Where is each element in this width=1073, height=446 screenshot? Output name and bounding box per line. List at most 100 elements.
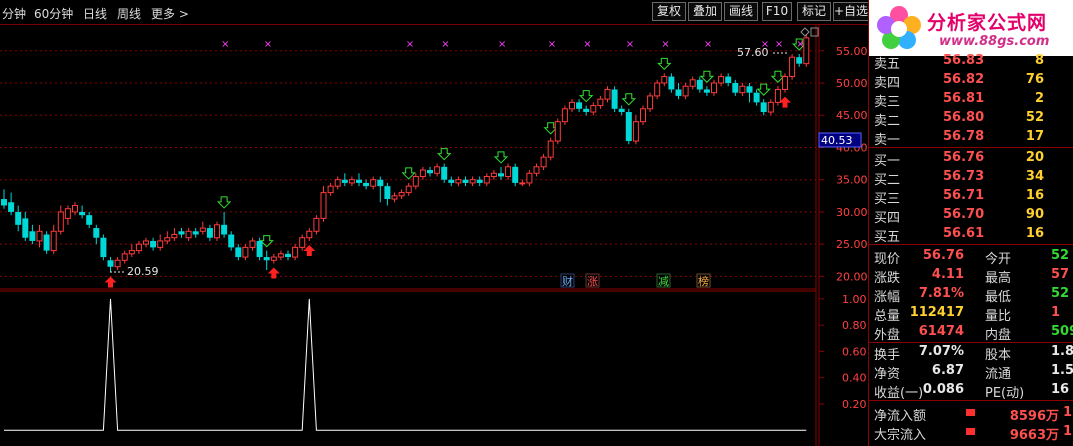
quote-label-2: 股本 xyxy=(985,348,1012,363)
quote-panel: 分析家公式网 www.88gs.com 卖五 56.83 8 卖四 56.82 76 卖三 5… xyxy=(868,0,1073,446)
mark-button[interactable]: 标记 xyxy=(797,2,831,21)
ask-price: 56.80 xyxy=(943,110,985,125)
kline-chart[interactable]: × × × × × × × × × × × × × 55.0050.0045.0040.0035.003… xyxy=(0,25,868,446)
candle-body xyxy=(292,246,299,258)
indicator-pane xyxy=(4,298,807,431)
candle-body xyxy=(718,76,725,84)
quote-row: 收益(一) 0.086 PE(动) 16 xyxy=(869,381,1073,401)
quote-value-2: 52 xyxy=(1051,286,1070,301)
period-minute[interactable]: 分钟 xyxy=(2,5,26,22)
marker-x: × xyxy=(264,39,272,50)
adjust-button[interactable]: 复权 xyxy=(652,2,686,21)
quote-divider xyxy=(869,342,1073,343)
candle-body xyxy=(348,179,355,184)
ask-row[interactable]: 卖三 56.81 2 xyxy=(869,90,1073,110)
chart-grid xyxy=(0,25,820,446)
candle-body xyxy=(675,89,682,96)
candle-body xyxy=(561,108,568,123)
badge-finance-label: 财 xyxy=(562,274,573,288)
diamond-icon[interactable] xyxy=(800,27,810,37)
flow-row: 大宗流入 9663万 1 xyxy=(869,423,1073,443)
candle-body xyxy=(569,101,575,110)
candle-body xyxy=(270,256,277,261)
candle-body xyxy=(405,185,412,194)
flower-logo-icon xyxy=(877,6,921,49)
quote-label-2: 内盘 xyxy=(985,328,1012,343)
quote-value: 61474 xyxy=(918,324,964,339)
ask-row[interactable]: 卖一 56.78 17 xyxy=(869,128,1073,148)
bid-row[interactable]: 买五 56.61 16 xyxy=(869,225,1073,245)
bid-label: 买三 xyxy=(874,192,901,207)
ask-volume: 2 xyxy=(1034,91,1044,106)
bid-row[interactable]: 买一 56.76 20 xyxy=(869,149,1073,169)
candle-body xyxy=(135,243,142,252)
candle-body xyxy=(228,234,235,248)
marker-x: × xyxy=(775,39,783,50)
bid-label: 买二 xyxy=(874,173,901,188)
book-divider xyxy=(869,244,1073,245)
candle-body xyxy=(299,237,306,248)
candle-body xyxy=(114,259,121,268)
candle-body xyxy=(604,88,611,100)
quote-row: 现价 56.76 今开 52 xyxy=(869,247,1073,267)
bid-label: 买一 xyxy=(874,154,901,169)
candle-body xyxy=(668,76,675,90)
marker-x: × xyxy=(661,39,669,50)
flow-extra: 1 xyxy=(1062,405,1072,420)
candle-body xyxy=(143,240,149,245)
f10-button[interactable]: F10 xyxy=(762,2,792,21)
quote-label: 涨跌 xyxy=(874,271,901,286)
bid-price: 56.70 xyxy=(943,207,985,222)
quote-value-2: 52 xyxy=(1051,248,1070,263)
axis-tick-label: 0.20 xyxy=(842,398,867,411)
ask-price: 56.78 xyxy=(943,129,985,144)
ask-row[interactable]: 卖五 56.83 8 xyxy=(869,52,1073,72)
ask-volume: 8 xyxy=(1034,53,1044,68)
candle-body xyxy=(462,179,469,183)
candle-body xyxy=(618,108,625,113)
quote-label: 净资 xyxy=(874,367,901,382)
candle-body xyxy=(72,204,78,213)
overlay-button[interactable]: 叠加 xyxy=(688,2,722,21)
bid-volume: 20 xyxy=(1025,150,1044,165)
candle-body xyxy=(448,179,455,183)
marker-x: × xyxy=(583,39,591,50)
candle-body xyxy=(498,173,504,177)
draw-line-button[interactable]: 画线 xyxy=(724,2,758,21)
candle-body xyxy=(1,199,7,206)
candle-body xyxy=(611,89,618,109)
current-price-label: 40.53 xyxy=(821,134,853,147)
logo-url: www.88gs.com xyxy=(939,34,1050,49)
flow-extra: 1 xyxy=(1062,424,1072,439)
bid-row[interactable]: 买二 56.73 34 xyxy=(869,168,1073,188)
bid-row[interactable]: 买四 56.70 90 xyxy=(869,206,1073,226)
chart-corner-icons[interactable] xyxy=(800,27,819,37)
flow-value: 8596万 xyxy=(1009,409,1059,424)
candle-body xyxy=(185,230,192,239)
candle-body xyxy=(782,76,788,90)
period-60min[interactable]: 60分钟 xyxy=(34,5,73,22)
marker-x: × xyxy=(406,39,414,50)
high-annotation: 57.60 xyxy=(737,46,769,59)
ask-row[interactable]: 卖四 56.82 76 xyxy=(869,71,1073,91)
window-icon[interactable] xyxy=(810,27,819,37)
candle-body xyxy=(313,217,320,232)
candle-body xyxy=(57,211,64,232)
bid-row[interactable]: 买三 56.71 16 xyxy=(869,187,1073,207)
axis-tick-label: 0.40 xyxy=(842,372,867,385)
period-weekly[interactable]: 周线 xyxy=(117,5,141,22)
candle-body xyxy=(455,179,462,184)
period-more[interactable]: 更多 > xyxy=(151,5,189,22)
candle-body xyxy=(22,218,29,238)
candle-body xyxy=(206,228,213,238)
down-signal-layer xyxy=(216,38,807,248)
marker-x: × xyxy=(548,39,556,50)
axis-tick-label: 0.60 xyxy=(842,345,867,358)
ask-row[interactable]: 卖二 56.80 52 xyxy=(869,109,1073,129)
candle-body xyxy=(547,140,554,158)
bid-volume: 16 xyxy=(1025,188,1044,203)
candle-body xyxy=(753,92,760,103)
bid-volume: 16 xyxy=(1025,226,1044,241)
period-daily[interactable]: 日线 xyxy=(83,5,107,22)
add-watchlist-button[interactable]: +自选 xyxy=(833,2,869,21)
